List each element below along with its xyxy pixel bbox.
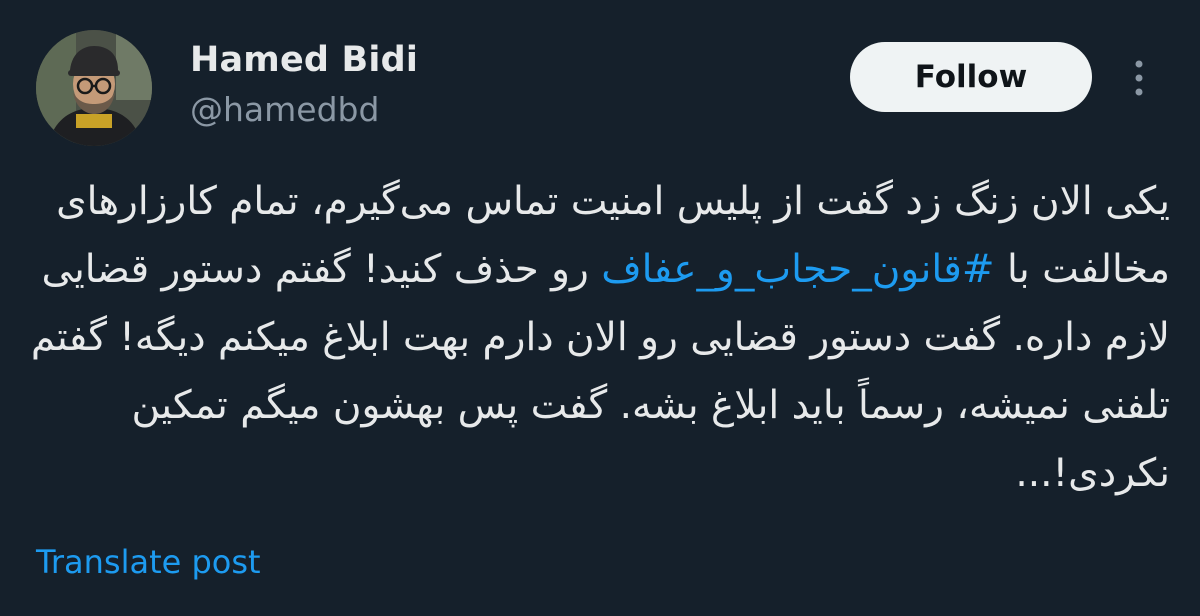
more-vertical-icon[interactable] bbox=[1124, 56, 1154, 100]
user-avatar-photo-icon bbox=[36, 30, 152, 146]
follow-button[interactable]: Follow bbox=[850, 42, 1092, 112]
author-handle[interactable]: @hamedbd bbox=[190, 90, 379, 129]
post-card: Hamed Bidi @hamedbd Follow یکی الان زنگ … bbox=[0, 0, 1200, 616]
author-display-name[interactable]: Hamed Bidi bbox=[190, 40, 418, 80]
translate-post-link[interactable]: Translate post bbox=[36, 543, 261, 581]
hashtag-link[interactable]: #قانون_حجاب_و_عفاف bbox=[601, 247, 994, 292]
post-text: یکی الان زنگ زد گفت از پلیس امنیت تماس م… bbox=[30, 168, 1170, 508]
avatar[interactable] bbox=[36, 30, 152, 146]
